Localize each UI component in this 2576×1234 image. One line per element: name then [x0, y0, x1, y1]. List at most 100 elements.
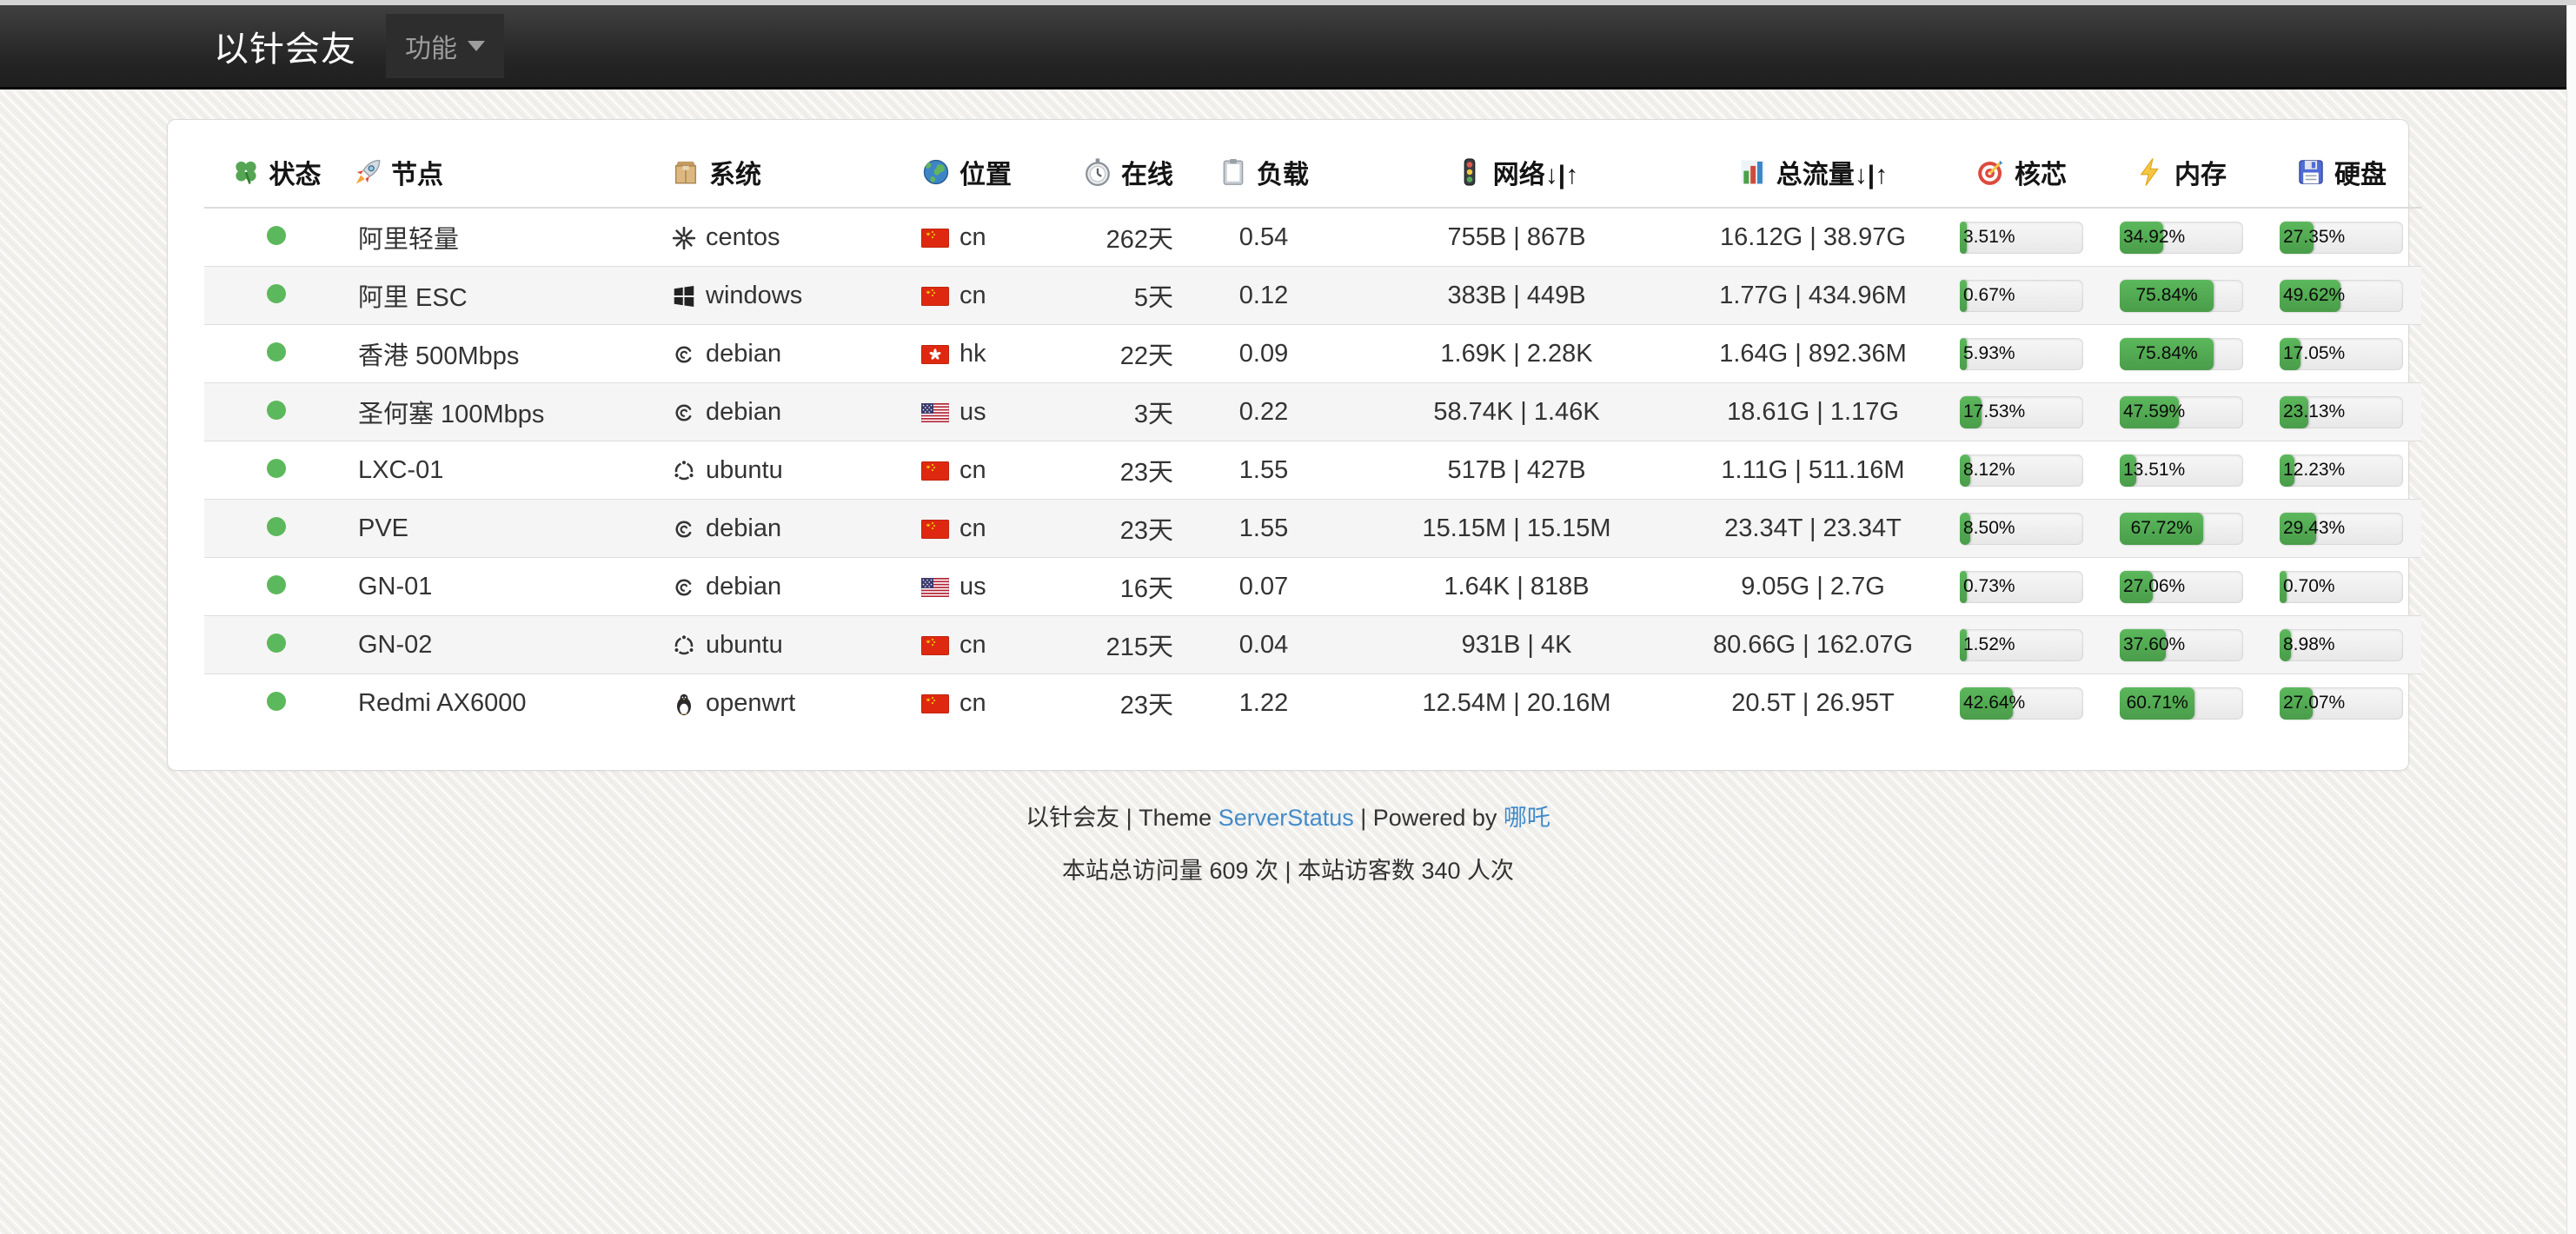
- column-label-network: 网络↓|↑: [1493, 161, 1578, 189]
- hdd-percent-label: 27.35%: [2283, 227, 2345, 248]
- cell-hdd: 12.23%: [2261, 441, 2421, 500]
- country-code-label: cn: [959, 223, 986, 251]
- lightning-icon: [2136, 157, 2166, 187]
- cell-load: 0.54: [1178, 208, 1349, 267]
- hdd-percent-label: 8.98%: [2283, 634, 2335, 655]
- footer-credits: 以针会友 | Theme ServerStatus | Powered by 哪…: [0, 799, 2576, 833]
- cell-load: 1.55: [1178, 500, 1349, 558]
- bar-chart-icon: [1738, 157, 1768, 187]
- footer: 以针会友 | Theme ServerStatus | Powered by 哪…: [0, 799, 2576, 886]
- cell-uptime: 3天: [1069, 383, 1178, 441]
- table-row[interactable]: 圣何塞 100Mbpsdebianus3天0.2258.74K | 1.46K1…: [204, 383, 2421, 441]
- cell-uptime: 23天: [1069, 500, 1178, 558]
- cell-status: [204, 441, 348, 500]
- main-content: 状态节点系统位置在线负载网络↓|↑总流量↓|↑核芯内存硬盘 阿里轻量centos…: [0, 119, 2576, 886]
- hdd-percent-label: 0.70%: [2283, 576, 2335, 597]
- mem-percent-label: 27.06%: [2123, 576, 2185, 597]
- column-header-traffic: 总流量↓|↑: [1684, 130, 1942, 208]
- flag-cn: [921, 287, 949, 306]
- column-label-loc: 位置: [959, 161, 1012, 189]
- country-code-label: us: [959, 398, 986, 426]
- country-code-label: hk: [959, 340, 986, 368]
- mem-percent-label: 37.60%: [2123, 634, 2185, 655]
- cpu-percent-label: 8.12%: [1963, 460, 2015, 481]
- mem-percent-label: 75.84%: [2136, 343, 2198, 364]
- floppy-icon: [2296, 157, 2326, 187]
- cell-network: 12.54M | 20.16M: [1349, 674, 1684, 733]
- mem-percent-label: 47.59%: [2123, 401, 2185, 422]
- cell-location: us: [906, 558, 1069, 616]
- cell-uptime: 23天: [1069, 441, 1178, 500]
- cell-network: 58.74K | 1.46K: [1349, 383, 1684, 441]
- table-row[interactable]: GN-01debianus16天0.071.64K | 818B9.05G | …: [204, 558, 2421, 616]
- column-header-loc: 位置: [906, 130, 1069, 208]
- cell-hdd: 29.43%: [2261, 500, 2421, 558]
- mem-progressbar: 27.06%: [2120, 571, 2243, 603]
- hdd-progressbar: 49.62%: [2280, 280, 2403, 312]
- cell-node-name: LXC-01: [348, 441, 666, 500]
- cell-mem: 47.59%: [2101, 383, 2261, 441]
- cell-location: cn: [906, 674, 1069, 733]
- column-label-name: 节点: [391, 161, 443, 189]
- cell-load: 1.55: [1178, 441, 1349, 500]
- hdd-progressbar: 0.70%: [2280, 571, 2403, 603]
- mem-percent-label: 13.51%: [2123, 460, 2185, 481]
- country-code-label: us: [959, 573, 986, 600]
- cell-mem: 75.84%: [2101, 325, 2261, 383]
- column-header-mem: 内存: [2101, 130, 2261, 208]
- brand-link[interactable]: 以针会友: [214, 21, 356, 71]
- cell-mem: 37.60%: [2101, 616, 2261, 674]
- footer-visit-stats: 本站总访问量 609 次 | 本站访客数 340 人次: [0, 852, 2576, 886]
- ubuntu-icon: [671, 633, 697, 659]
- cell-cpu: 0.67%: [1942, 267, 2101, 325]
- table-row[interactable]: Redmi AX6000openwrtcn23天1.2212.54M | 20.…: [204, 674, 2421, 733]
- mem-progressbar: 75.84%: [2120, 338, 2243, 370]
- column-header-network: 网络↓|↑: [1349, 130, 1684, 208]
- cell-uptime: 22天: [1069, 325, 1178, 383]
- os-label: debian: [706, 573, 781, 600]
- mem-progressbar: 47.59%: [2120, 396, 2243, 428]
- cell-mem: 60.71%: [2101, 674, 2261, 733]
- cell-os: ubuntu: [666, 441, 906, 500]
- footer-site-name: 以针会友: [1026, 805, 1119, 831]
- table-row[interactable]: PVEdebiancn23天1.5515.15M | 15.15M23.34T …: [204, 500, 2421, 558]
- hdd-progressbar: 27.07%: [2280, 687, 2403, 720]
- cell-status: [204, 500, 348, 558]
- table-row[interactable]: 香港 500Mbpsdebianhk22天0.091.69K | 2.28K1.…: [204, 325, 2421, 383]
- column-label-status: 状态: [269, 161, 322, 189]
- cpu-percent-label: 1.52%: [1963, 634, 2015, 655]
- cell-traffic: 16.12G | 38.97G: [1684, 208, 1942, 267]
- hdd-progressbar: 8.98%: [2280, 629, 2403, 661]
- powered-by-link[interactable]: 哪吒: [1504, 805, 1550, 831]
- table-row[interactable]: LXC-01ubuntucn23天1.55517B | 427B1.11G | …: [204, 441, 2421, 500]
- hdd-percent-label: 27.07%: [2283, 693, 2345, 713]
- cell-location: cn: [906, 267, 1069, 325]
- flag-cn: [921, 694, 949, 713]
- table-header-row: 状态节点系统位置在线负载网络↓|↑总流量↓|↑核芯内存硬盘: [204, 130, 2421, 208]
- cell-load: 0.22: [1178, 383, 1349, 441]
- scrollbar[interactable]: [2566, 5, 2576, 1234]
- hdd-progressbar: 12.23%: [2280, 454, 2403, 487]
- cell-node-name: GN-01: [348, 558, 666, 616]
- cell-mem: 13.51%: [2101, 441, 2261, 500]
- ubuntu-icon: [671, 458, 697, 484]
- cell-os: debian: [666, 383, 906, 441]
- menu-label: 功能: [405, 27, 457, 65]
- status-dot-online: [267, 575, 286, 594]
- os-label: debian: [706, 514, 781, 542]
- cell-status: [204, 616, 348, 674]
- table-row[interactable]: GN-02ubuntucn215天0.04931B | 4K80.66G | 1…: [204, 616, 2421, 674]
- cell-traffic: 1.77G | 434.96M: [1684, 267, 1942, 325]
- os-label: ubuntu: [706, 456, 783, 484]
- cpu-progressbar: 0.73%: [1960, 571, 2083, 603]
- flag-cn: [921, 636, 949, 655]
- cell-node-name: 阿里轻量: [348, 208, 666, 267]
- column-label-traffic: 总流量↓|↑: [1776, 161, 1888, 189]
- theme-link[interactable]: ServerStatus: [1218, 805, 1354, 831]
- table-row[interactable]: 阿里 ESCwindowscn5天0.12383B | 449B1.77G | …: [204, 267, 2421, 325]
- cell-os: centos: [666, 208, 906, 267]
- menu-dropdown[interactable]: 功能: [386, 14, 504, 78]
- table-row[interactable]: 阿里轻量centoscn262天0.54755B | 867B16.12G | …: [204, 208, 2421, 267]
- debian-icon: [671, 400, 697, 426]
- status-dot-online: [267, 342, 286, 362]
